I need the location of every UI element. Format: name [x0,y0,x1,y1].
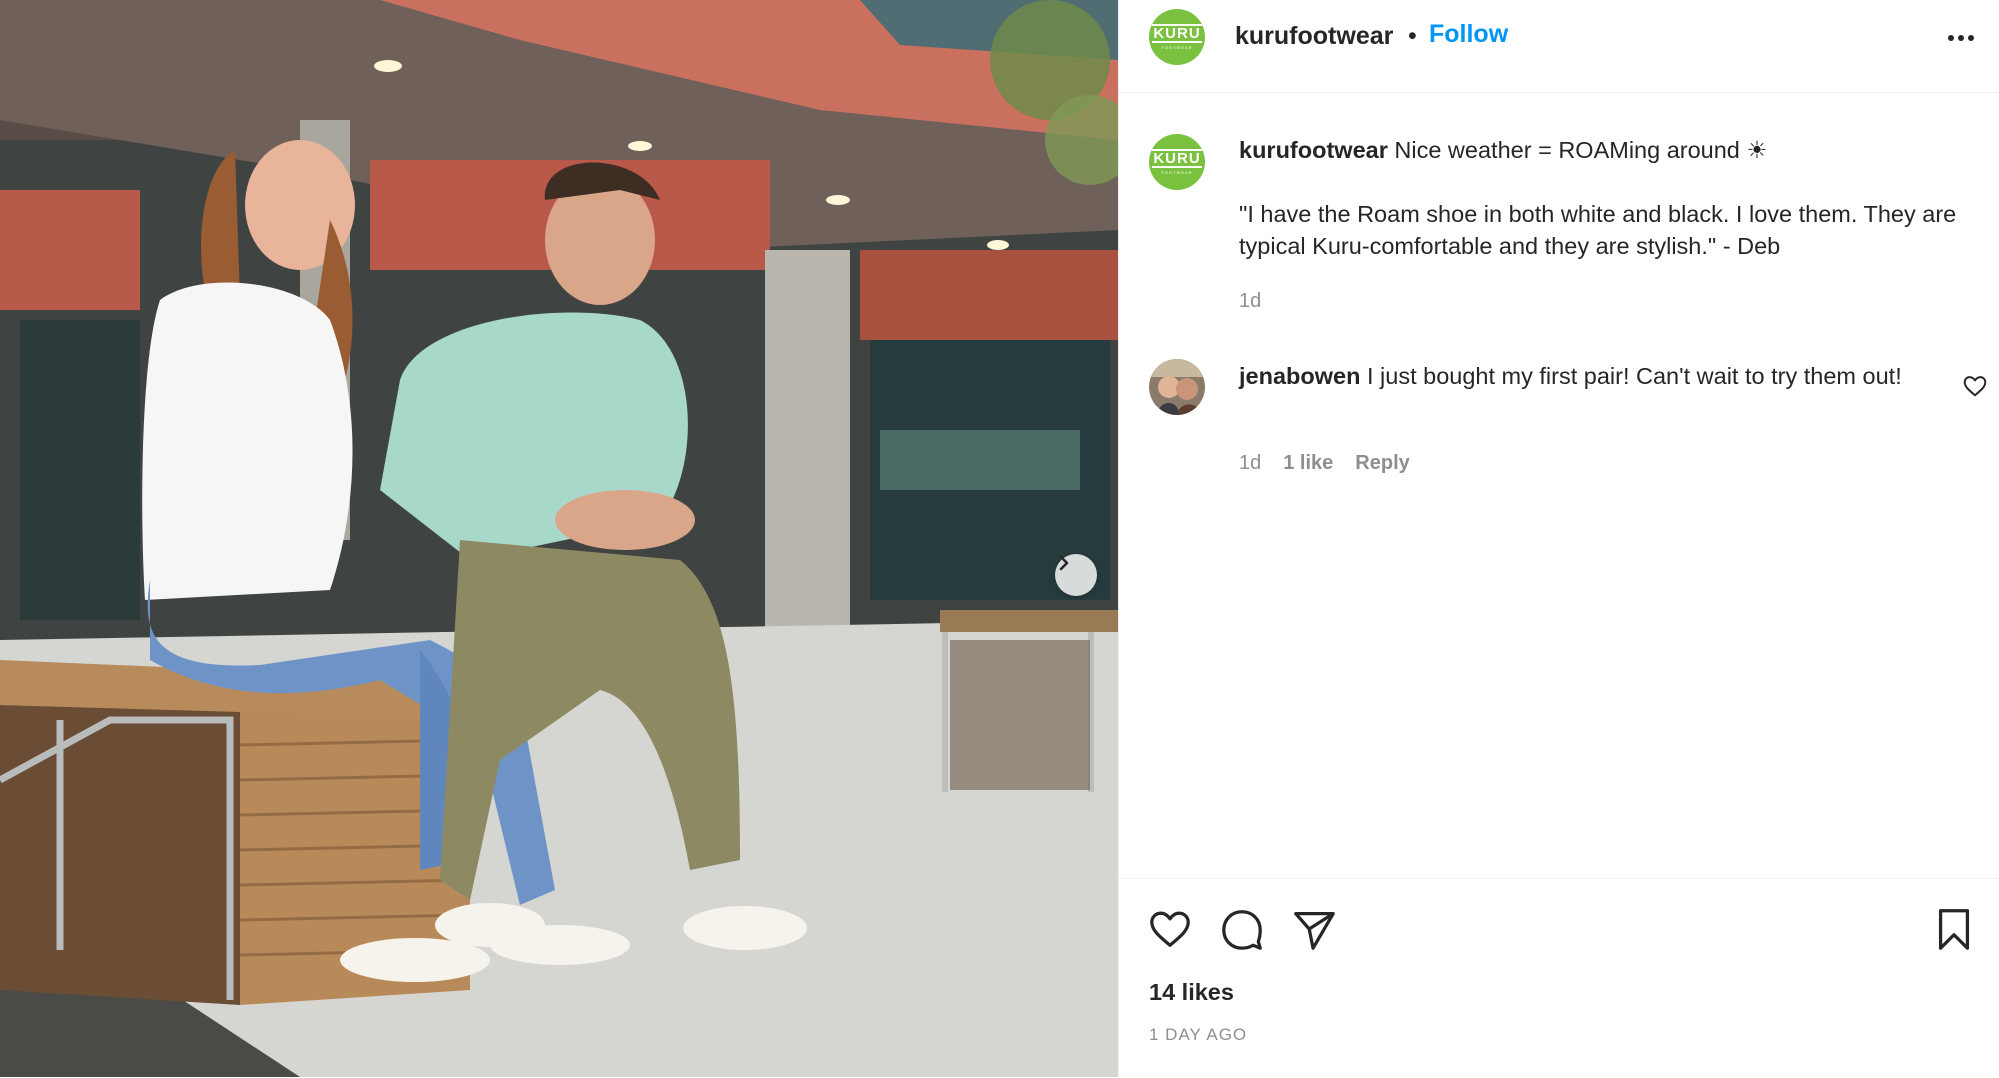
likes-count[interactable]: 14 likes [1149,979,1234,1006]
chevron-right-icon [1059,555,1069,571]
post-side-panel: KURU FOOTWEAR kurufootwear • Follow KURU… [1118,0,1999,1077]
comment-meta: 1d 1 like Reply [1239,452,1410,475]
next-photo-button[interactable] [1055,554,1097,596]
post-date: 1 DAY AGO [1149,1025,1248,1044]
action-bar: 14 likes 1 DAY AGO [1119,878,1999,1078]
caption-text: Nice weather = ROAMing around ☀ [1394,137,1768,163]
heart-icon[interactable] [1147,906,1193,952]
post-photo[interactable] [0,0,1118,1077]
comment-time: 1d [1239,452,1262,474]
caption: kurufootwear Nice weather = ROAMing arou… [1239,134,1979,166]
comment-avatar[interactable] [1149,359,1205,415]
header-username[interactable]: kurufootwear [1235,22,1393,51]
post-image [0,0,1118,1077]
caption-quote: "I have the Roam shoe in both white and … [1239,201,1957,259]
header-separator: • [1408,22,1417,50]
avatar-photo [1149,359,1205,415]
profile-avatar[interactable]: KURU FOOTWEAR [1149,9,1205,65]
bookmark-icon[interactable] [1931,906,1977,952]
paper-plane-icon[interactable] [1291,906,1337,952]
comment-likes[interactable]: 1 like [1283,452,1333,475]
post-header: KURU FOOTWEAR kurufootwear • Follow [1119,0,1999,93]
caption-time: 1d [1239,290,1262,312]
more-horizontal-icon[interactable] [1943,22,1983,54]
logo-subtext: FOOTWEAR [1161,170,1193,175]
comment-icon[interactable] [1219,906,1265,952]
caption-username[interactable]: kurufootwear [1239,137,1388,163]
instagram-post: KURU FOOTWEAR kurufootwear • Follow KURU… [0,0,1999,1077]
caption-avatar[interactable]: KURU FOOTWEAR [1149,134,1205,190]
logo-text: KURU [1152,149,1202,168]
reply-button[interactable]: Reply [1355,452,1409,475]
logo-text: KURU [1152,24,1202,43]
comment: jenabowen I just bought my first pair! C… [1239,360,1919,392]
comment-like-heart-icon[interactable] [1962,373,1988,399]
comment-username[interactable]: jenabowen [1239,363,1360,389]
logo-subtext: FOOTWEAR [1161,45,1193,50]
comment-text: I just bought my first pair! Can't wait … [1366,363,1902,389]
follow-button[interactable]: Follow [1429,20,1508,49]
